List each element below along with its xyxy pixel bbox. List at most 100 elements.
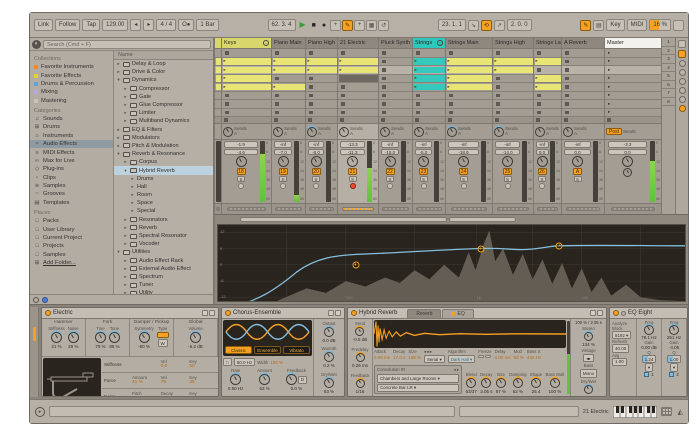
scene-number[interactable]: 1 xyxy=(662,38,675,47)
clip-slot[interactable] xyxy=(272,109,305,118)
collection-item-favorite-instruments[interactable]: Favorite Instruments xyxy=(30,63,113,71)
clip-slot[interactable]: ▸ xyxy=(446,58,492,67)
noise-knob[interactable] xyxy=(68,332,79,343)
predelay-knob[interactable] xyxy=(356,353,365,362)
pan-knob[interactable] xyxy=(385,156,396,167)
stop-all-clips-button[interactable] xyxy=(415,118,419,122)
tempo-field[interactable]: 129.00 xyxy=(102,19,128,31)
track-header-pluck-synth[interactable]: Pluck Synth xyxy=(379,38,412,49)
overdub-button-3[interactable]: ▦ xyxy=(366,20,377,31)
chevron-right-icon[interactable]: ▸ xyxy=(123,118,128,124)
freeze-in-button[interactable] xyxy=(485,355,491,358)
clip-slot[interactable] xyxy=(534,109,561,118)
tree-item-audio-effect-rack[interactable]: ▸Audio Effect Rack xyxy=(114,257,213,265)
feedback-d-button[interactable]: D xyxy=(298,376,307,384)
chorus-hpf-toggle[interactable]: □ xyxy=(223,358,232,366)
track-activator-button[interactable]: 24 xyxy=(459,168,468,175)
track-activator-button[interactable]: 21 xyxy=(348,168,357,175)
notification-icon[interactable]: ◭ xyxy=(678,408,683,416)
clip-slot[interactable] xyxy=(493,92,533,101)
punch-in-button[interactable]: ↘ xyxy=(468,20,479,31)
stop-all-clips-button[interactable] xyxy=(495,118,499,122)
clip-stop-button[interactable] xyxy=(275,102,279,106)
eq8-power-toggle[interactable] xyxy=(613,310,619,316)
param-value[interactable]: -0.5 dB xyxy=(353,337,368,342)
feedback-knob[interactable] xyxy=(356,379,365,388)
tree-item-room[interactable]: ▸Room xyxy=(114,191,213,199)
clip-slot[interactable]: ▸ xyxy=(222,75,271,84)
stop-all-clips-button[interactable] xyxy=(308,118,312,122)
track-header-sliver[interactable] xyxy=(215,38,221,49)
clip[interactable]: ▸ xyxy=(414,75,445,82)
clip-slot[interactable] xyxy=(272,92,305,101)
clip[interactable]: ▸ xyxy=(307,58,337,65)
browser-name-column-header[interactable]: Name xyxy=(114,51,213,60)
browser-logo-icon[interactable]: ◐ xyxy=(32,40,41,49)
volume-field[interactable]: -5.0 xyxy=(415,149,433,156)
feedback-knob[interactable] xyxy=(286,374,297,385)
crossfade-assign[interactable] xyxy=(379,204,412,214)
avg-value[interactable]: 1.00 xyxy=(612,358,627,366)
save-preset-icon[interactable] xyxy=(597,310,603,316)
matrix-cell-value[interactable]: 50 xyxy=(189,364,218,369)
chorus-hpf-value[interactable]: 50.0 Hz xyxy=(234,358,256,366)
clip-slot[interactable] xyxy=(493,100,533,109)
chevron-right-icon[interactable]: ▸ xyxy=(130,200,135,206)
volume-field[interactable]: -18.9 xyxy=(448,149,478,156)
hybrid-tab-reverb[interactable]: Reverb xyxy=(407,309,441,318)
clip-stop-button[interactable] xyxy=(537,94,541,98)
chevron-right-icon[interactable]: ▸ xyxy=(130,192,135,198)
clip[interactable]: ▸ xyxy=(273,58,305,65)
warmth-knob[interactable] xyxy=(324,352,334,362)
hybrid-tab-eq[interactable]: EQ xyxy=(442,309,473,318)
clip-slot[interactable] xyxy=(379,109,412,118)
clip-slot[interactable] xyxy=(306,75,337,84)
clip-slot[interactable]: ▸ xyxy=(413,58,445,67)
param-value[interactable]: 440 Hz xyxy=(527,355,541,360)
arm-record-button[interactable] xyxy=(238,183,244,189)
scene-number[interactable]: 3 xyxy=(662,55,675,64)
scene-play-icon[interactable]: ▸ xyxy=(608,50,610,56)
clip-stop-button[interactable] xyxy=(382,94,386,98)
crossfade-assign[interactable] xyxy=(215,204,221,214)
tree-item-resonators[interactable]: ▸Resonators xyxy=(114,216,213,224)
param-value[interactable]: 50 % xyxy=(514,355,524,360)
volume-field[interactable]: -7.0 xyxy=(274,149,292,156)
scene-play-icon[interactable]: ▸ xyxy=(608,101,610,107)
param-value[interactable]: 0.2 % xyxy=(323,363,335,368)
arm-record-button[interactable] xyxy=(280,183,286,189)
clip-slot[interactable] xyxy=(534,66,561,75)
clip-stop-button[interactable] xyxy=(496,77,500,81)
clip-stop-button[interactable] xyxy=(309,77,313,81)
volume-field[interactable]: -8.0 xyxy=(308,149,325,156)
volume-field[interactable]: 0.0 xyxy=(536,149,549,156)
chevron-down-icon[interactable]: ▾ xyxy=(123,168,128,174)
selected-empty-slot[interactable] xyxy=(339,75,378,82)
stop-all-clips-button[interactable] xyxy=(381,118,385,122)
clip-slot[interactable] xyxy=(413,92,445,101)
sidebar-item-samples[interactable]: ≋Samples xyxy=(30,182,113,190)
clip-slot[interactable]: ▸ xyxy=(493,66,533,75)
chorus-width-value[interactable]: 100 % xyxy=(270,360,283,365)
scene-number[interactable]: 5 xyxy=(662,72,675,81)
clip-stop-button[interactable] xyxy=(416,111,420,115)
clip-slot[interactable] xyxy=(215,109,221,118)
blend-knob[interactable] xyxy=(466,378,476,388)
collection-item-drums-percussion[interactable]: Drums & Percussion xyxy=(30,80,113,88)
stop-button[interactable]: ■ xyxy=(310,21,318,30)
clip-stop-button[interactable] xyxy=(565,85,569,89)
band-activator[interactable]: 1 xyxy=(644,372,654,377)
hot-swap-icon[interactable] xyxy=(590,310,596,316)
mini-piano-keyboard[interactable] xyxy=(613,406,657,418)
freeze-buttons[interactable] xyxy=(478,355,491,358)
scene-launch-slot[interactable]: ▸ xyxy=(605,92,661,101)
clip-stop-button[interactable] xyxy=(382,85,386,89)
hybrid-power-toggle[interactable] xyxy=(351,310,357,316)
tree-item-compressor[interactable]: ▸Compressor xyxy=(114,85,213,93)
chevron-right-icon[interactable]: ▸ xyxy=(116,127,121,133)
param-value[interactable]: 0.06 ms xyxy=(374,355,390,360)
clip-slot[interactable] xyxy=(306,109,337,118)
symmetry-knob[interactable] xyxy=(139,332,150,343)
scene-play-icon[interactable]: ▸ xyxy=(608,58,610,64)
chorus-mode-vibrato[interactable]: Vibrato xyxy=(283,346,310,354)
